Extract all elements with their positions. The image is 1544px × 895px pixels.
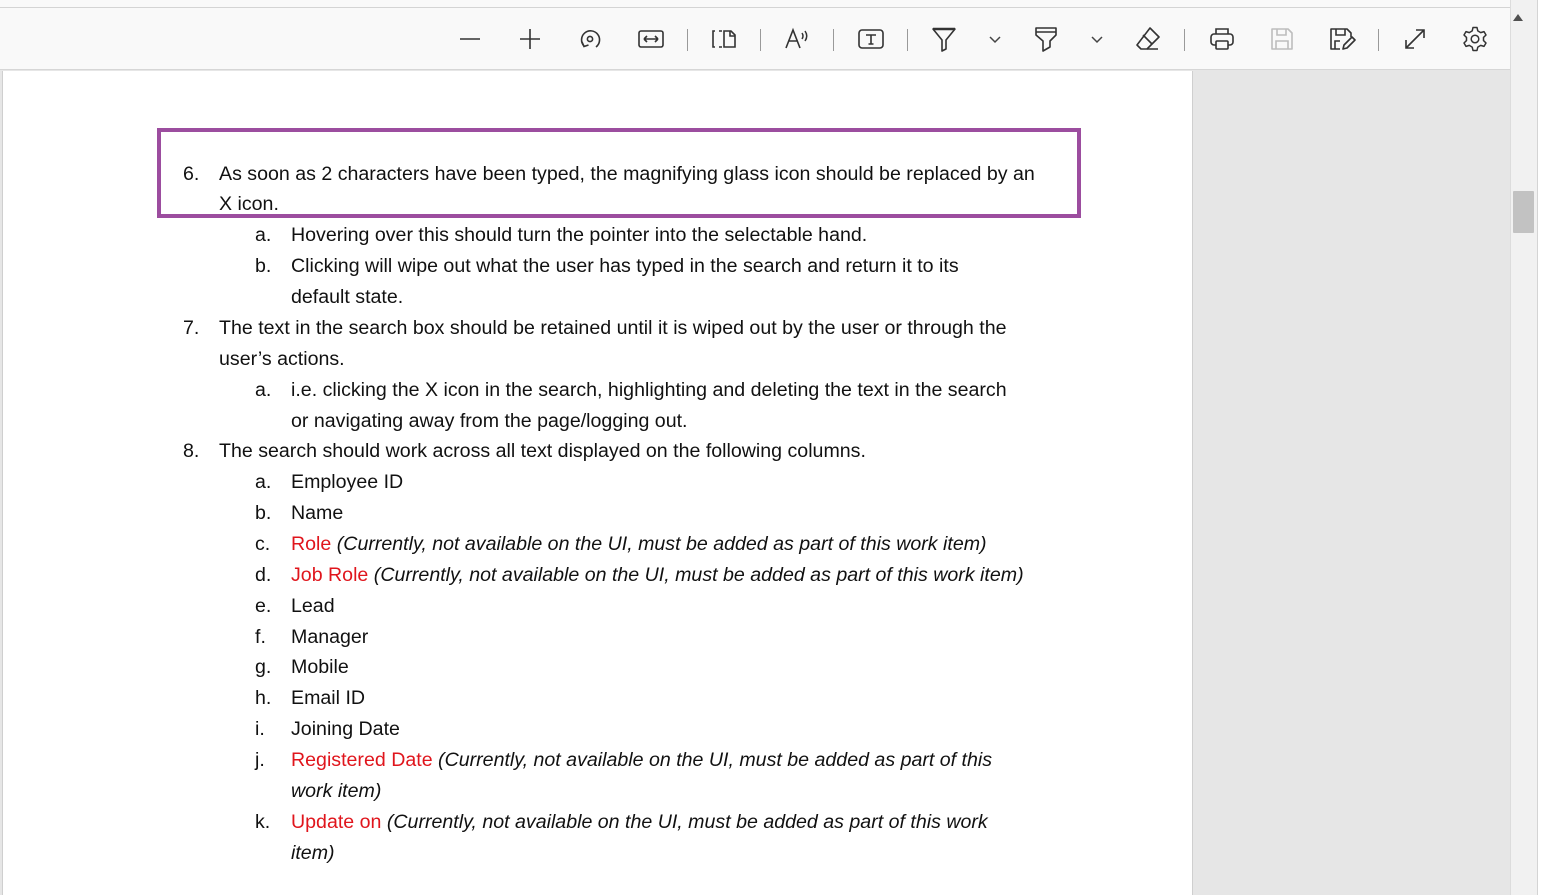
column-note: work item) [291, 780, 382, 802]
chevron-down-icon [989, 36, 1001, 44]
column-name: Joining Date [291, 718, 400, 740]
column-name: Email ID [291, 687, 366, 709]
page-view-button[interactable] [706, 21, 742, 57]
toolbar-divider [907, 29, 908, 51]
draw-options-dropdown[interactable] [985, 21, 1005, 57]
zoom-in-button[interactable] [512, 21, 548, 57]
sub-item-text: default state. [291, 286, 404, 308]
column-entry: Role (Currently, not available on the UI… [291, 532, 987, 556]
toolbar-divider [1184, 29, 1185, 51]
sub-item-text: Hovering over this should turn the point… [291, 224, 868, 246]
column-note: (Currently, not available on the UI, mus… [336, 533, 987, 555]
list-item-text: As soon as 2 characters have been typed,… [219, 163, 1035, 185]
new-column-name: Update on [291, 811, 382, 833]
column-note: (Currently, not available on the UI, mus… [438, 749, 993, 771]
sub-item-text: Clicking will wipe out what the user has… [291, 255, 959, 277]
sub-item-letter: d. [255, 564, 272, 586]
save-icon [1271, 28, 1293, 50]
column-entry: Registered Date (Currently, not availabl… [291, 748, 992, 772]
column-name: Name [291, 502, 344, 524]
sub-item-text: or navigating away from the page/logging… [291, 410, 688, 432]
rotate-icon [580, 30, 601, 48]
save-button[interactable] [1264, 21, 1300, 57]
list-item-text: user’s actions. [219, 348, 345, 370]
read-aloud-button[interactable] [779, 21, 815, 57]
column-entry: Update on (Currently, not available on t… [291, 810, 988, 834]
zoom-out-button[interactable] [452, 21, 488, 57]
minus-icon [460, 38, 480, 40]
sub-item-letter: b. [255, 502, 272, 524]
erase-button[interactable] [1130, 21, 1166, 57]
list-number: 8. [183, 440, 200, 462]
page-view-icon [712, 30, 736, 48]
toolbar-divider [833, 29, 834, 51]
chevron-down-icon [1091, 36, 1103, 44]
sub-item-letter: i. [255, 718, 265, 740]
highlight-options-dropdown[interactable] [1087, 21, 1107, 57]
list-number: 6. [183, 163, 200, 185]
column-note: (Currently, not available on the UI, mus… [373, 564, 1024, 586]
sub-item-letter: c. [255, 533, 271, 555]
add-text-button[interactable] [853, 21, 889, 57]
pdf-page: 6. As soon as 2 characters have been typ… [2, 71, 1193, 895]
sub-item-letter: a. [255, 379, 272, 401]
highlight-button[interactable] [1028, 21, 1064, 57]
new-column-name: Registered Date [291, 749, 433, 771]
list-item-text: The search should work across all text d… [219, 440, 866, 462]
fit-to-width-button[interactable] [633, 21, 669, 57]
draw-button[interactable] [926, 21, 962, 57]
printer-icon [1210, 28, 1234, 50]
expand-icon [1405, 29, 1425, 49]
sub-item-letter: b. [255, 255, 272, 277]
sub-item-letter: j. [255, 749, 265, 771]
sub-item-letter: k. [255, 811, 271, 833]
column-name: Mobile [291, 656, 349, 678]
list-item-text: X icon. [219, 193, 279, 215]
column-note: item) [291, 842, 335, 864]
document-viewer[interactable]: 6. As soon as 2 characters have been typ… [0, 71, 1510, 895]
column-name: Manager [291, 626, 369, 648]
text-box-icon [858, 29, 884, 49]
toolbar-divider [687, 29, 688, 51]
plus-icon [520, 29, 540, 49]
column-name: Employee ID [291, 471, 404, 493]
new-column-name: Job Role [291, 564, 369, 586]
list-item-text: The text in the search box should be ret… [219, 317, 1007, 339]
new-column-name: Role [291, 533, 332, 555]
toolbar-divider [760, 29, 761, 51]
scroll-up-arrow-icon[interactable] [1513, 14, 1523, 21]
window-edge [1537, 0, 1544, 895]
sub-item-letter: e. [255, 595, 272, 617]
scrollbar-thumb[interactable] [1513, 191, 1534, 233]
window-top-edge [0, 0, 1510, 8]
save-as-icon [1330, 28, 1356, 50]
save-as-button[interactable] [1324, 21, 1360, 57]
sub-item-letter: a. [255, 224, 272, 246]
gear-icon [1463, 26, 1487, 52]
draw-icon [932, 27, 956, 52]
sub-item-letter: h. [255, 687, 272, 709]
column-note: (Currently, not available on the UI, mus… [386, 811, 988, 833]
rotate-button[interactable] [572, 21, 608, 57]
full-screen-button[interactable] [1397, 21, 1433, 57]
list-number: 7. [183, 317, 200, 339]
settings-button[interactable] [1457, 21, 1493, 57]
column-name: Lead [291, 595, 335, 617]
sub-item-letter: g. [255, 656, 272, 678]
fit-width-icon [638, 30, 664, 48]
print-button[interactable] [1204, 21, 1240, 57]
sub-item-text: i.e. clicking the X icon in the search, … [291, 379, 1007, 401]
sub-item-letter: f. [255, 626, 266, 648]
toolbar-divider [1378, 29, 1379, 51]
pdf-toolbar [0, 8, 1510, 70]
highlighter-icon [1035, 27, 1057, 52]
read-aloud-icon [785, 27, 808, 49]
sub-item-letter: a. [255, 471, 272, 493]
column-entry: Job Role (Currently, not available on th… [291, 563, 1024, 587]
eraser-icon [1136, 27, 1160, 50]
